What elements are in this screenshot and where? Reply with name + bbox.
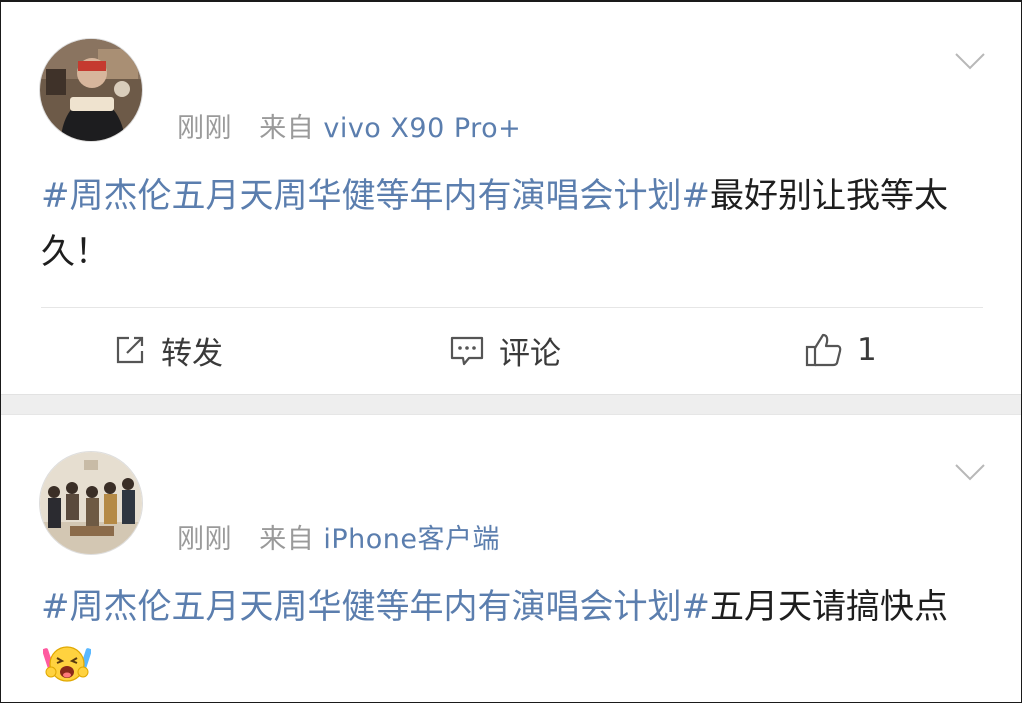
post-menu-chevron[interactable]	[955, 52, 985, 70]
post-source[interactable]: vivo X90 Pro+	[323, 113, 521, 144]
chevron-down-icon	[955, 464, 985, 481]
avatar-photo-image	[40, 39, 142, 141]
repost-label: 转发	[161, 335, 223, 372]
source-prefix: 来自	[259, 113, 315, 144]
avatar-photo-image	[40, 452, 142, 554]
weibo-post: 刚刚 来自 vivo X90 Pro+ #周杰伦五月天周华健等年内有演唱会计划#…	[1, 2, 1021, 394]
comment-bubble-icon	[450, 336, 484, 366]
post-source[interactable]: iPhone客户端	[323, 524, 500, 555]
comment-button[interactable]: 评论	[449, 320, 561, 380]
share-edit-icon	[116, 336, 144, 364]
feed-frame: 刚刚 来自 vivo X90 Pro+ #周杰伦五月天周华健等年内有演唱会计划#…	[0, 0, 1022, 703]
like-button[interactable]: 1	[805, 320, 877, 380]
user-avatar[interactable]	[39, 38, 143, 142]
post-meta: 刚刚 来自 iPhone客户端	[177, 517, 500, 556]
chevron-down-icon	[955, 53, 985, 70]
hashtag-link[interactable]: #周杰伦五月天周华健等年内有演唱会计划#	[41, 176, 710, 216]
user-avatar[interactable]	[39, 451, 143, 555]
feed-separator	[1, 394, 1021, 415]
repost-button[interactable]: 转发	[113, 320, 223, 380]
like-count: 1	[857, 332, 877, 368]
post-actions: 转发 评论 1	[1, 320, 1021, 380]
post-message: 五月天请搞快点	[709, 587, 948, 627]
post-text: #周杰伦五月天周华健等年内有演唱会计划#最好别让我等太久！	[41, 168, 981, 280]
post-time: 刚刚	[177, 113, 232, 144]
post-time: 刚刚	[177, 524, 232, 555]
post-meta: 刚刚 来自 vivo X90 Pro+	[177, 106, 521, 145]
scream-cheer-emoji	[42, 642, 92, 701]
source-prefix: 来自	[259, 524, 315, 555]
thumbs-up-icon	[805, 333, 842, 367]
post-divider	[41, 307, 983, 308]
comment-label: 评论	[499, 335, 561, 372]
hashtag-link[interactable]: #周杰伦五月天周华健等年内有演唱会计划#	[41, 587, 710, 627]
post-menu-chevron[interactable]	[955, 463, 985, 481]
weibo-post: 刚刚 来自 iPhone客户端 #周杰伦五月天周华健等年内有演唱会计划#五月天请…	[1, 415, 1021, 702]
post-text: #周杰伦五月天周华健等年内有演唱会计划#五月天请搞快点	[41, 579, 981, 701]
